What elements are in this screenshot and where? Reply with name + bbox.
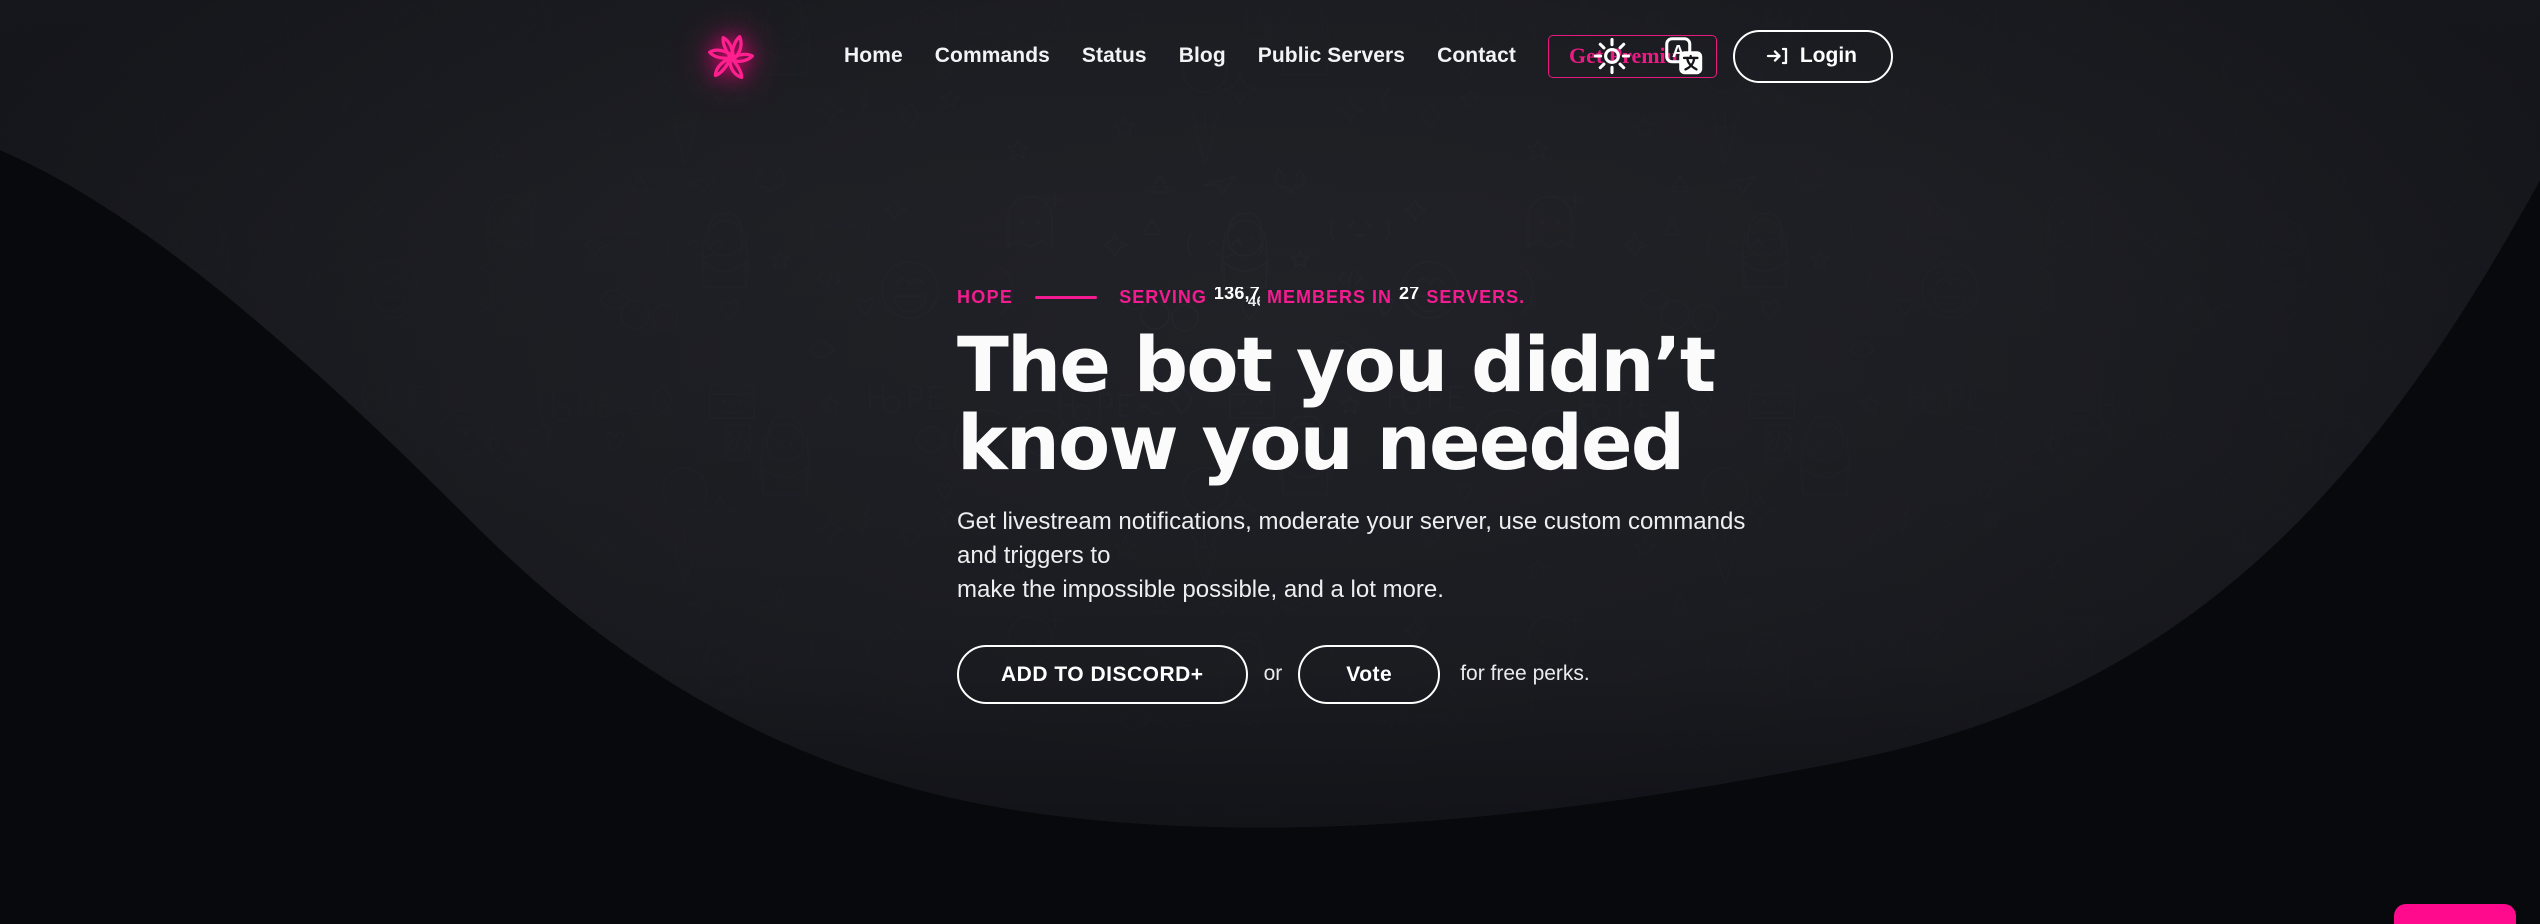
hero-brand-label: HOPE <box>957 286 1014 307</box>
server-count-value: 27 <box>1398 287 1420 303</box>
sun-icon <box>1593 37 1630 75</box>
nav-links: Home Commands Status Blog Public Servers… <box>828 0 1718 112</box>
add-to-discord-button[interactable]: ADD TO DISCORD+ <box>957 644 1248 704</box>
login-button-label: Login <box>1799 44 1857 67</box>
member-count: 136,7 46 <box>1214 287 1260 307</box>
hero-stats-line: SERVING 136,7 46 MEMBERS IN 27 4 SERVERS… <box>1119 287 1525 308</box>
vote-button[interactable]: Vote <box>1298 644 1441 704</box>
stats-middle: MEMBERS IN <box>1266 286 1392 307</box>
member-count-rolling-digits: 46 <box>1247 293 1260 307</box>
hero-section: HOPE SERVING 136,7 46 MEMBERS IN 27 4 <box>957 286 1957 704</box>
hero-eyebrow: HOPE SERVING 136,7 46 MEMBERS IN 27 4 <box>957 286 1957 308</box>
hero-subtitle-line-1: Get livestream notifications, moderate y… <box>957 507 1746 569</box>
nav-link-status[interactable]: Status <box>1066 44 1163 68</box>
translate-icon: A <box>1665 37 1703 75</box>
hero-title-line-1: The bot you didn’t <box>957 320 1716 409</box>
server-count: 27 4 <box>1399 287 1419 307</box>
login-button[interactable]: Login <box>1732 29 1893 83</box>
nav-link-contact[interactable]: Contact <box>1421 44 1532 68</box>
stats-prefix: SERVING <box>1119 286 1207 307</box>
page-title: The bot you didn’t know you needed <box>957 320 1957 488</box>
flower-logo-icon[interactable] <box>700 28 762 90</box>
eyebrow-divider-line <box>1035 295 1098 299</box>
page-root: Home Commands Status Blog Public Servers… <box>0 0 2540 924</box>
nav-right-controls: A Login <box>1589 0 1893 112</box>
nav-link-public-servers[interactable]: Public Servers <box>1242 44 1421 68</box>
hero-title-line-2: know you needed <box>957 398 1685 488</box>
nav-link-home[interactable]: Home <box>828 44 919 68</box>
navbar: Home Commands Status Blog Public Servers… <box>0 0 2540 112</box>
cta-conjunction: or <box>1263 662 1283 686</box>
login-arrow-icon <box>1766 47 1787 64</box>
nav-link-blog[interactable]: Blog <box>1163 44 1242 68</box>
language-switcher-button[interactable]: A <box>1661 33 1707 79</box>
hero-cta-row: ADD TO DISCORD+ or Vote for free perks. <box>957 644 1957 704</box>
nav-link-commands[interactable]: Commands <box>919 44 1066 68</box>
hero-subtitle-line-2: make the impossible possible, and a lot … <box>957 575 1444 603</box>
theme-toggle-button[interactable] <box>1589 33 1635 79</box>
floating-action-chip[interactable] <box>2394 904 2516 924</box>
stats-suffix: SERVERS. <box>1426 286 1526 307</box>
hero-subtitle: Get livestream notifications, moderate y… <box>957 505 1747 607</box>
cta-trailing-text: for free perks. <box>1460 662 1590 686</box>
